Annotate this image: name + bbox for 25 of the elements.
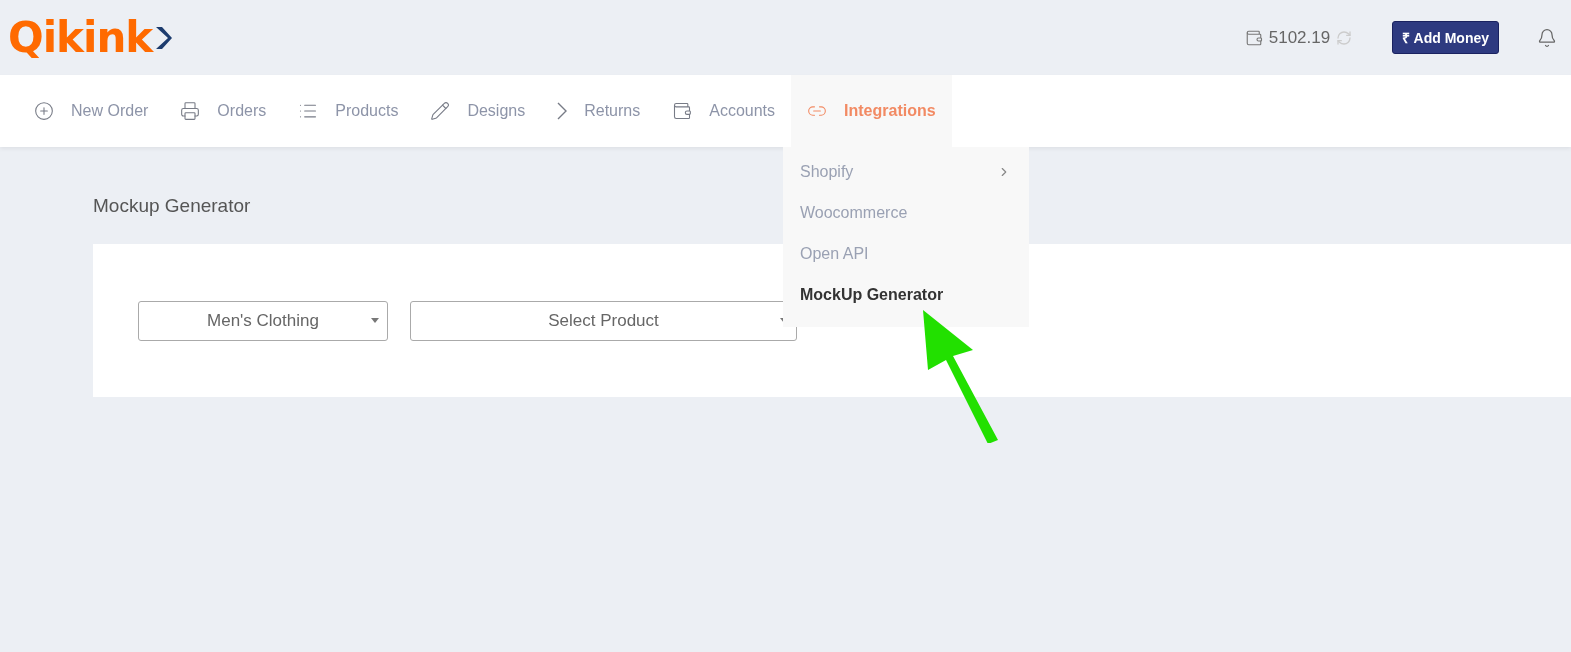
menu-item[interactable]: Shopify <box>783 151 1029 192</box>
pencil-icon <box>430 101 451 121</box>
nav-tab[interactable]: Designs <box>414 75 542 147</box>
chevron-icon <box>154 24 173 51</box>
nav-tab[interactable]: Integrations <box>791 75 952 147</box>
wallet-icon <box>1244 28 1263 47</box>
nav-tab[interactable]: New Order <box>18 75 165 147</box>
printer-icon <box>180 101 201 121</box>
wallet-icon <box>672 101 693 121</box>
nav-tab[interactable]: Returns <box>541 75 657 147</box>
select-field[interactable]: Men's Clothing <box>138 300 388 341</box>
nav-tab[interactable]: Accounts <box>656 75 792 147</box>
plus-icon <box>34 101 54 121</box>
nav-tab[interactable]: Orders <box>164 75 283 147</box>
logo: Qikink <box>8 13 153 62</box>
add-money-button[interactable]: ₹ Add Money <box>1392 21 1499 54</box>
menu-item[interactable]: Open API <box>783 233 1029 274</box>
notification-icon[interactable] <box>1537 27 1557 48</box>
menu-item[interactable]: Woocommerce <box>783 192 1029 233</box>
wallet-balance: 5102.19 <box>1268 27 1331 48</box>
chevron-icon <box>557 102 568 120</box>
select-field[interactable]: Select Product <box>410 300 797 341</box>
page-title: Mockup Generator <box>93 195 251 217</box>
caret-icon <box>371 317 379 323</box>
nav-tab[interactable]: Products <box>282 75 415 147</box>
